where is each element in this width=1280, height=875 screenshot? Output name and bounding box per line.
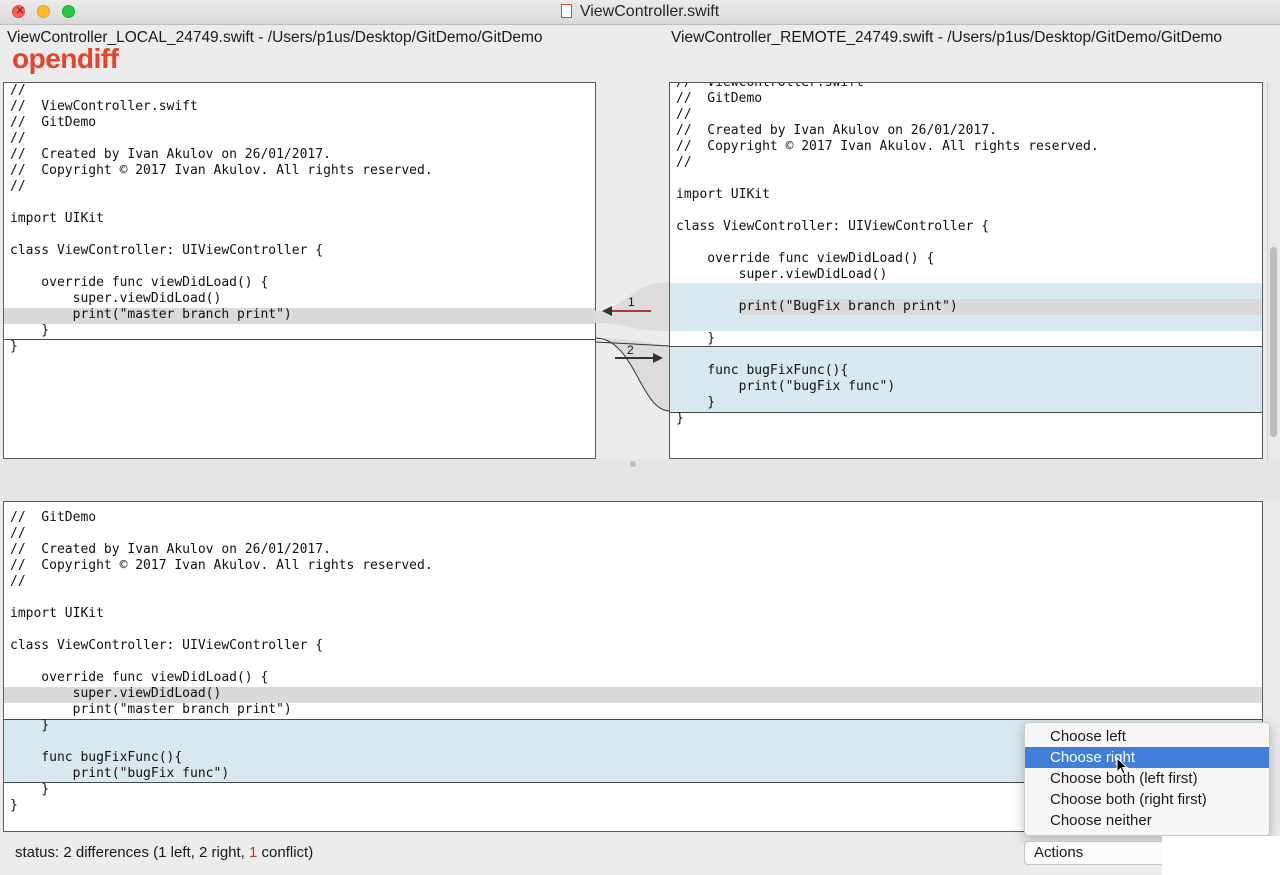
code-line: // GitDemo	[676, 91, 763, 106]
status-prefix: status: 2 differences (1 left, 2 right,	[15, 844, 250, 861]
code-line: super.viewDidLoad()	[10, 291, 222, 306]
code-line: //	[10, 131, 26, 146]
code-line: override func viewDidLoad() {	[10, 275, 269, 290]
code-line: }	[676, 395, 716, 410]
status-bar: status: 2 differences (1 left, 2 right, …	[15, 844, 313, 861]
menu-item-choose-left[interactable]: Choose left	[1025, 726, 1269, 747]
diff-2-number: 2	[627, 343, 634, 357]
code-line: //	[10, 574, 26, 589]
code-line: }	[10, 339, 18, 354]
code-line: //	[676, 155, 692, 170]
code-line: print("master branch print")	[10, 307, 292, 322]
code-line: print("BugFix branch print")	[676, 299, 958, 314]
right-scrollbar[interactable]	[1267, 82, 1279, 462]
pane-splitter[interactable]	[0, 459, 1280, 501]
actions-dropdown[interactable]: Actions	[1024, 841, 1164, 865]
code-line: // Created by Ivan Akulov on 26/01/2017.	[10, 542, 331, 557]
splitter-handle[interactable]	[630, 461, 636, 467]
scrollbar-thumb[interactable]	[1270, 247, 1277, 437]
status-suffix: conflict)	[257, 844, 314, 861]
code-line: // Copyright © 2017 Ivan Akulov. All rig…	[10, 163, 433, 178]
right-code: // ViewController.swift// GitDemo//// Cr…	[670, 82, 1262, 427]
window-title-wrap: ViewController.swift	[0, 3, 1280, 21]
code-line: // GitDemo	[10, 115, 97, 130]
code-line: import UIKit	[10, 211, 104, 226]
code-line: // ViewController.swift	[10, 99, 198, 114]
mouse-pointer-icon	[1116, 757, 1129, 775]
diff-gutter: 1 2	[595, 282, 670, 412]
code-line: // Copyright © 2017 Ivan Akulov. All rig…	[10, 558, 433, 573]
menu-item-choose-both-left-first[interactable]: Choose both (left first)	[1025, 768, 1269, 789]
code-line: }	[676, 411, 684, 426]
code-line: // GitDemo	[10, 510, 97, 525]
code-line: class ViewController: UIViewController {	[676, 219, 990, 234]
code-line: super.viewDidLoad()	[10, 686, 222, 701]
code-line: // Created by Ivan Akulov on 26/01/2017.	[10, 147, 331, 162]
window-title: ViewController.swift	[579, 3, 720, 20]
code-line: import UIKit	[10, 606, 104, 621]
code-line: class ViewController: UIViewController {	[10, 638, 324, 653]
diff-1-number: 1	[628, 295, 635, 309]
menu-item-choose-neither[interactable]: Choose neither	[1025, 810, 1269, 831]
code-line: //	[676, 107, 692, 122]
menu-item-choose-both-right-first[interactable]: Choose both (right first)	[1025, 789, 1269, 810]
code-line: //	[10, 526, 26, 541]
code-line: override func viewDidLoad() {	[676, 251, 935, 266]
code-line: }	[10, 323, 50, 338]
code-line: override func viewDidLoad() {	[10, 670, 269, 685]
bottom-right-corner	[1162, 836, 1280, 875]
code-line: import UIKit	[676, 187, 770, 202]
menu-item-choose-right[interactable]: Choose right	[1025, 747, 1269, 768]
title-bar: ViewController.swift	[0, 0, 1280, 25]
right-file-path: ViewController_REMOTE_24749.swift - /Use…	[671, 29, 1223, 46]
right-file-pane[interactable]: // ViewController.swift// GitDemo//// Cr…	[669, 82, 1263, 459]
code-line: super.viewDidLoad()	[676, 267, 888, 282]
code-line: }	[676, 331, 716, 346]
code-line: print("master branch print")	[10, 702, 292, 717]
code-line: // ViewController.swift	[676, 82, 864, 90]
code-line: // Copyright © 2017 Ivan Akulov. All rig…	[676, 139, 1099, 154]
opendiff-watermark: opendiff	[12, 43, 119, 74]
code-line: //	[10, 179, 26, 194]
left-file-pane[interactable]: //// ViewController.swift// GitDemo//// …	[3, 82, 596, 459]
swift-file-icon	[560, 4, 572, 18]
code-line: func bugFixFunc(){	[676, 363, 849, 378]
left-code: //// ViewController.swift// GitDemo//// …	[4, 83, 595, 355]
code-line: //	[10, 83, 26, 98]
code-line: print("bugFix func")	[676, 379, 896, 394]
actions-menu[interactable]: Choose left Choose right Choose both (le…	[1024, 722, 1270, 836]
code-line: // Created by Ivan Akulov on 26/01/2017.	[676, 123, 997, 138]
code-line: class ViewController: UIViewController {	[10, 243, 324, 258]
